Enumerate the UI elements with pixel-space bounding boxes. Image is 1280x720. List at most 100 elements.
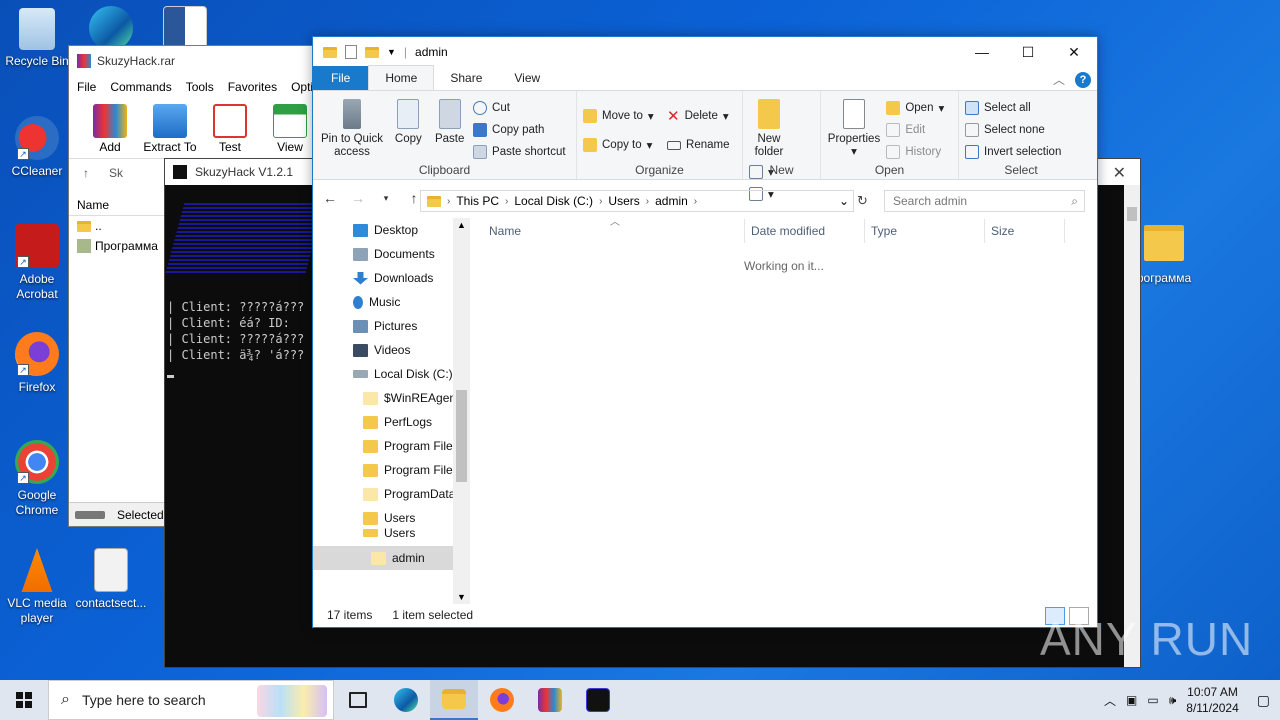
- nav-scrollbar[interactable]: ▲ ▼: [453, 218, 470, 604]
- help-icon[interactable]: ?: [1075, 71, 1091, 88]
- nav-item-admin[interactable]: admin: [313, 546, 470, 570]
- rename-button[interactable]: Rename: [667, 134, 730, 156]
- copy-to-button[interactable]: Copy to ▾: [583, 134, 654, 156]
- desktop-icon-adobe-acrobat[interactable]: ↗ Adobe Acrobat: [0, 224, 74, 302]
- desktop-icon-vlc[interactable]: VLC media player: [0, 548, 74, 626]
- scroll-thumb[interactable]: [1127, 207, 1137, 221]
- properties-check-icon[interactable]: [345, 45, 357, 59]
- breadcrumb-admin[interactable]: admin: [655, 194, 688, 208]
- minimize-button[interactable]: —: [959, 37, 1005, 67]
- device-icon[interactable]: ▣: [1126, 693, 1137, 707]
- chevron-right-icon[interactable]: ›: [694, 196, 697, 207]
- history-button[interactable]: History: [886, 141, 944, 163]
- new-folder-quick-icon[interactable]: [365, 46, 379, 58]
- desktop-icon-firefox[interactable]: ↗ Firefox: [0, 332, 74, 395]
- select-all-button[interactable]: Select all: [965, 97, 1061, 119]
- desktop-icon-contactsect[interactable]: contactsect...: [74, 548, 148, 611]
- taskbar-winrar[interactable]: [526, 680, 574, 720]
- taskbar-file-explorer[interactable]: [430, 680, 478, 720]
- move-to-button[interactable]: Move to ▾: [583, 105, 654, 127]
- menu-commands[interactable]: Commands: [110, 80, 171, 94]
- breadcrumb-users[interactable]: Users: [608, 194, 639, 208]
- start-button[interactable]: [0, 680, 48, 720]
- new-folder-button[interactable]: New folder: [749, 95, 789, 159]
- menu-favorites[interactable]: Favorites: [228, 80, 277, 94]
- nav-item-downloads[interactable]: Downloads: [313, 266, 470, 290]
- taskbar-search[interactable]: ⌕ Type here to search: [48, 680, 334, 720]
- column-name[interactable]: Name: [473, 219, 745, 243]
- maximize-button[interactable]: ☐: [1005, 37, 1051, 67]
- scroll-down-icon[interactable]: ▼: [453, 592, 470, 602]
- refresh-icon[interactable]: ↻: [857, 193, 868, 209]
- tab-view[interactable]: View: [498, 66, 556, 90]
- open-button[interactable]: Open ▾: [886, 97, 944, 119]
- volume-icon[interactable]: 🕪: [1169, 693, 1177, 708]
- cut-button[interactable]: Cut: [473, 97, 566, 119]
- scroll-up-icon[interactable]: ▲: [453, 218, 470, 230]
- extract-to-button[interactable]: Extract To: [143, 104, 197, 154]
- close-icon[interactable]: ✕: [1113, 163, 1126, 183]
- chevron-up-icon[interactable]: ︿: [1104, 692, 1116, 709]
- back-arrow-icon[interactable]: ←: [321, 190, 339, 206]
- copy-path-button[interactable]: Copy path: [473, 119, 566, 141]
- select-none-button[interactable]: Select none: [965, 119, 1061, 141]
- desktop-icon-google-chrome[interactable]: ↗ Google Chrome: [0, 440, 74, 518]
- chevron-right-icon[interactable]: ›: [505, 196, 508, 207]
- desktop-icon-ccleaner[interactable]: ↗ CCleaner: [0, 116, 74, 179]
- task-view-button[interactable]: [334, 680, 382, 720]
- delete-button[interactable]: ✕ Delete ▾: [667, 105, 729, 127]
- breadcrumb-this-pc[interactable]: This PC: [456, 194, 499, 208]
- address-dropdown-icon[interactable]: ⌄: [839, 194, 849, 208]
- nav-item-music[interactable]: Music: [313, 290, 470, 314]
- paste-shortcut-button[interactable]: Paste shortcut: [473, 141, 566, 163]
- nav-item-local-disk[interactable]: Local Disk (C:): [313, 362, 470, 386]
- clock[interactable]: 10:07 AM 8/11/2024: [1186, 684, 1239, 716]
- taskbar-edge[interactable]: [382, 680, 430, 720]
- search-input[interactable]: Search admin ⌕: [884, 190, 1085, 212]
- address-bar[interactable]: › This PC › Local Disk (C:) › Users › ad…: [420, 190, 854, 212]
- column-size[interactable]: Size: [985, 219, 1065, 243]
- taskbar-firefox[interactable]: [478, 680, 526, 720]
- chevron-right-icon[interactable]: ›: [646, 196, 649, 207]
- chevron-down-icon[interactable]: ▼: [387, 47, 396, 57]
- forward-arrow-icon[interactable]: →: [349, 190, 367, 206]
- recent-chevron-icon[interactable]: ▾: [377, 193, 395, 204]
- scroll-thumb[interactable]: [456, 390, 467, 482]
- paste-button[interactable]: Paste: [432, 95, 468, 146]
- copy-button[interactable]: Copy: [390, 95, 426, 146]
- nav-item-users-duplicate[interactable]: Users: [313, 524, 470, 542]
- console-scrollbar[interactable]: [1124, 185, 1140, 667]
- desktop-folder[interactable]: рограмма: [1134, 225, 1194, 285]
- tab-file[interactable]: File: [313, 66, 369, 90]
- nav-item-program-files[interactable]: Program Files: [313, 434, 470, 458]
- close-button[interactable]: ✕: [1051, 37, 1097, 67]
- notifications-icon[interactable]: ▢: [1257, 692, 1270, 709]
- nav-item-documents[interactable]: Documents: [313, 242, 470, 266]
- nav-item-programdata[interactable]: ProgramData: [313, 482, 470, 506]
- chevron-right-icon[interactable]: ›: [599, 196, 602, 207]
- breadcrumb-local-disk[interactable]: Local Disk (C:): [514, 194, 593, 208]
- view-button[interactable]: View: [263, 104, 317, 154]
- invert-selection-button[interactable]: Invert selection: [965, 141, 1061, 163]
- tab-share[interactable]: Share: [434, 66, 498, 90]
- collapse-ribbon-icon[interactable]: ︿: [1053, 71, 1065, 88]
- pin-quick-access-button[interactable]: Pin to Quick access: [319, 95, 385, 159]
- column-type[interactable]: Type: [865, 219, 985, 243]
- network-icon[interactable]: ▭: [1147, 693, 1158, 707]
- test-button[interactable]: Test: [203, 104, 257, 154]
- properties-button[interactable]: Properties ▾: [827, 95, 881, 159]
- column-date-modified[interactable]: Date modified: [745, 219, 865, 243]
- nav-item-perflogs[interactable]: PerfLogs: [313, 410, 470, 434]
- up-arrow-icon[interactable]: ↑: [83, 166, 89, 180]
- nav-item-desktop[interactable]: Desktop: [313, 218, 470, 242]
- add-button[interactable]: Add: [83, 104, 137, 154]
- edit-button[interactable]: Edit: [886, 119, 944, 141]
- tab-home[interactable]: Home: [368, 65, 435, 90]
- taskbar-console[interactable]: [574, 680, 622, 720]
- menu-tools[interactable]: Tools: [186, 80, 214, 94]
- menu-file[interactable]: File: [77, 80, 96, 94]
- desktop-icon-recycle-bin[interactable]: Recycle Bin: [0, 8, 74, 69]
- nav-item-pictures[interactable]: Pictures: [313, 314, 470, 338]
- nav-item-program-files-x86[interactable]: Program Files: [313, 458, 470, 482]
- nav-item-videos[interactable]: Videos: [313, 338, 470, 362]
